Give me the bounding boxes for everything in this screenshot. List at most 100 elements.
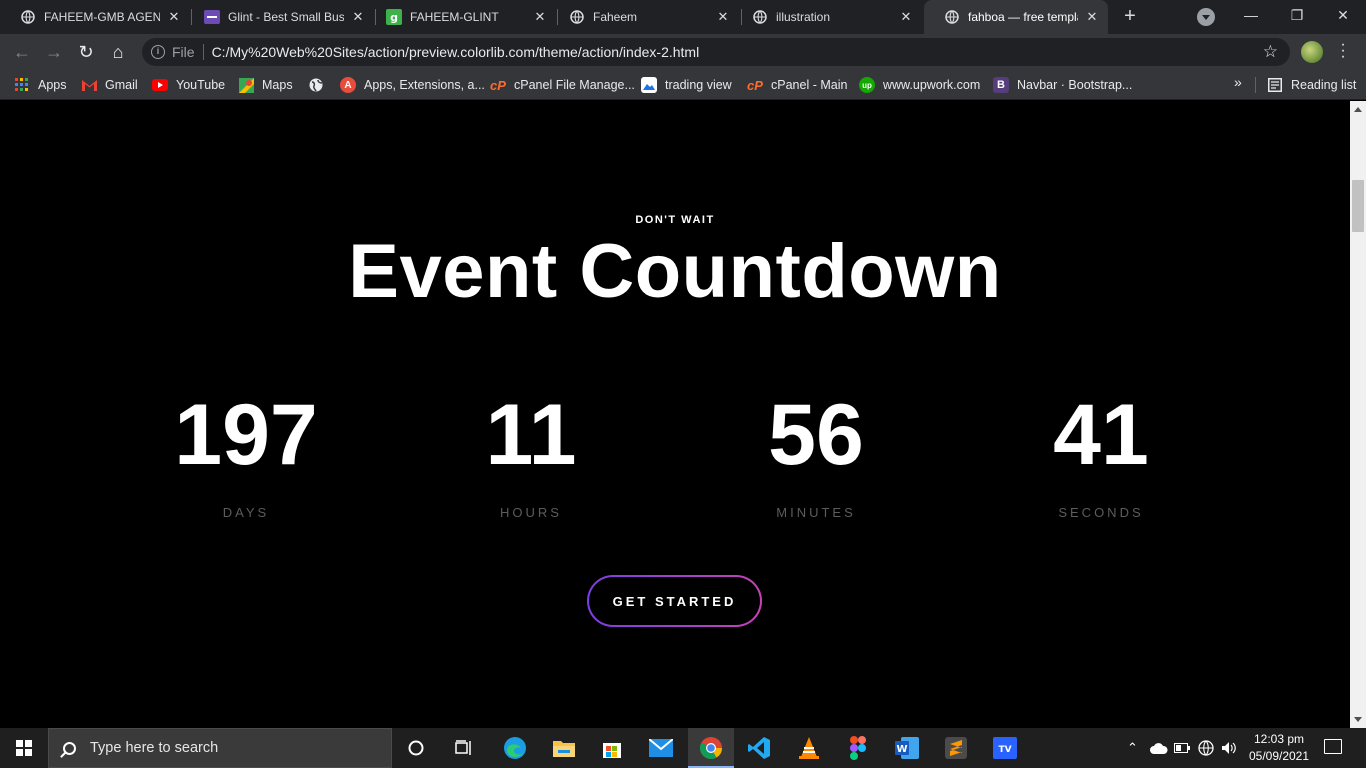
- tab-3[interactable]: g FAHEEM-GLINT ✕: [366, 0, 556, 34]
- volume-icon[interactable]: [1221, 728, 1237, 768]
- globe-icon: [944, 9, 960, 25]
- scroll-thumb[interactable]: [1352, 180, 1364, 232]
- bookmarks-divider: [1255, 77, 1256, 93]
- bookmark-apps[interactable]: Apps: [14, 75, 67, 95]
- countdown-label: DAYS: [222, 505, 270, 520]
- windows-logo-icon: [16, 740, 23, 747]
- sublime-text-icon[interactable]: [941, 733, 971, 763]
- bookmark-cpanel-main[interactable]: cP cPanel - Main: [747, 75, 847, 95]
- countdown-value: 197: [174, 387, 318, 483]
- onedrive-icon[interactable]: [1150, 728, 1168, 768]
- cortana-icon[interactable]: [401, 733, 431, 763]
- url-text[interactable]: C:/My%20Web%20Sites/action/preview.color…: [212, 44, 700, 60]
- bootstrap-icon: B: [993, 77, 1009, 93]
- scroll-down-icon[interactable]: [1354, 717, 1362, 722]
- bookmark-gmail[interactable]: Gmail: [81, 75, 138, 95]
- colorlib-icon: [204, 9, 220, 25]
- tab-5[interactable]: illustration ✕: [732, 0, 922, 34]
- reading-list-icon: [1267, 77, 1283, 93]
- close-icon[interactable]: ✕: [1084, 9, 1100, 25]
- file-explorer-icon[interactable]: [549, 733, 579, 763]
- reading-list-button[interactable]: Reading list: [1267, 75, 1356, 95]
- bookmarks-overflow-button[interactable]: »: [1234, 74, 1242, 90]
- tradingview-icon[interactable]: TV: [990, 733, 1020, 763]
- close-window-button[interactable]: ✕: [1320, 0, 1366, 32]
- bookmark-apps-extensions[interactable]: A Apps, Extensions, a...: [340, 75, 485, 95]
- search-placeholder: Type here to search: [90, 740, 219, 756]
- new-tab-button[interactable]: +: [1118, 5, 1142, 29]
- profile-avatar[interactable]: [1301, 41, 1323, 63]
- bookmark-star-icon[interactable]: ☆: [1263, 42, 1278, 62]
- globe-icon: [752, 9, 768, 25]
- figma-icon[interactable]: [843, 733, 873, 763]
- reload-icon[interactable]: ↻: [74, 40, 98, 64]
- bookmark-youtube[interactable]: YouTube: [152, 75, 225, 95]
- close-icon[interactable]: ✕: [532, 9, 548, 25]
- cpanel-icon: cP: [490, 77, 506, 93]
- close-icon[interactable]: ✕: [350, 9, 366, 25]
- bookmark-label: Gmail: [105, 78, 138, 92]
- windows-start-button[interactable]: [0, 728, 48, 768]
- tab-strip: FAHEEM-GMB AGENC ✕ Glint - Best Small Bu…: [0, 0, 1366, 34]
- page-viewport: DON'T WAIT Event Countdown 197 DAYS 11 H…: [0, 101, 1350, 728]
- tab-search-icon[interactable]: [1197, 8, 1215, 26]
- windows-logo-icon: [16, 749, 23, 756]
- edge-icon[interactable]: [500, 733, 530, 763]
- task-view-icon[interactable]: [449, 733, 479, 763]
- get-started-button[interactable]: GET STARTED: [587, 575, 762, 627]
- address-bar[interactable]: i File C:/My%20Web%20Sites/action/previe…: [142, 38, 1290, 66]
- countdown-label: HOURS: [500, 505, 562, 520]
- bookmark-trading-view[interactable]: trading view: [641, 75, 732, 95]
- tab-1[interactable]: FAHEEM-GMB AGENC ✕: [0, 0, 190, 34]
- countdown-value: 41: [1053, 387, 1149, 483]
- page-scrollbar[interactable]: [1350, 101, 1366, 728]
- bookmark-cpanel-file-manager[interactable]: cP cPanel File Manage...: [490, 75, 635, 95]
- close-icon[interactable]: ✕: [898, 9, 914, 25]
- cpanel-icon: cP: [747, 77, 763, 93]
- vscode-icon[interactable]: [744, 733, 774, 763]
- bookmark-globe[interactable]: [308, 75, 332, 95]
- tab-2[interactable]: Glint - Best Small Busi ✕: [184, 0, 374, 34]
- show-hidden-icons-button[interactable]: ⌃: [1127, 728, 1138, 768]
- bookmark-label: trading view: [665, 78, 732, 92]
- mail-icon[interactable]: [646, 733, 676, 763]
- countdown-label: MINUTES: [776, 505, 856, 520]
- tab-title: Faheem: [593, 10, 638, 24]
- network-globe-icon[interactable]: [1198, 728, 1214, 768]
- taskbar: Type here to search W TV ⌃ 12:03 pm 05/0…: [0, 728, 1366, 768]
- tab-title: FAHEEM-GLINT: [410, 10, 499, 24]
- home-icon[interactable]: ⌂: [106, 40, 130, 64]
- close-icon[interactable]: ✕: [166, 9, 182, 25]
- scroll-up-icon[interactable]: [1354, 107, 1362, 112]
- menu-kebab-icon[interactable]: · · ·: [1340, 37, 1346, 65]
- bookmark-label: Apps: [38, 78, 67, 92]
- bookmark-label: Navbar · Bootstrap...: [1017, 78, 1133, 92]
- bookmark-upwork[interactable]: up www.upwork.com: [859, 75, 980, 95]
- tab-6-active[interactable]: fahboa — free templat ✕: [924, 0, 1108, 34]
- bookmark-label: cPanel File Manage...: [514, 78, 635, 92]
- back-icon[interactable]: ←: [10, 40, 34, 64]
- minimize-button[interactable]: —: [1228, 0, 1274, 32]
- tab-title: illustration: [776, 10, 831, 24]
- word-icon[interactable]: W: [892, 733, 922, 763]
- close-icon[interactable]: ✕: [715, 9, 731, 25]
- microsoft-store-icon[interactable]: [597, 733, 627, 763]
- bookmark-maps[interactable]: Maps: [238, 75, 293, 95]
- restore-button[interactable]: ❐: [1274, 0, 1320, 32]
- taskbar-clock[interactable]: 12:03 pm 05/09/2021: [1240, 731, 1318, 765]
- image-icon: [641, 77, 657, 93]
- tab-4[interactable]: Faheem ✕: [549, 0, 739, 34]
- vlc-icon[interactable]: [794, 733, 824, 763]
- youtube-icon: [152, 77, 168, 93]
- forward-icon[interactable]: →: [42, 40, 66, 64]
- taskbar-search-box[interactable]: Type here to search: [48, 728, 392, 768]
- upwork-icon: up: [859, 77, 875, 93]
- browser-toolbar: ← → ↻ ⌂ i File C:/My%20Web%20Sites/actio…: [0, 34, 1366, 70]
- notifications-icon[interactable]: [1324, 739, 1342, 754]
- battery-icon[interactable]: [1174, 728, 1190, 768]
- bookmark-navbar-bootstrap[interactable]: B Navbar · Bootstrap...: [993, 75, 1132, 95]
- bookmark-label: YouTube: [176, 78, 226, 92]
- chrome-icon[interactable]: [696, 733, 726, 763]
- info-icon[interactable]: i: [151, 45, 165, 59]
- tab-title: FAHEEM-GMB AGENC: [44, 10, 160, 24]
